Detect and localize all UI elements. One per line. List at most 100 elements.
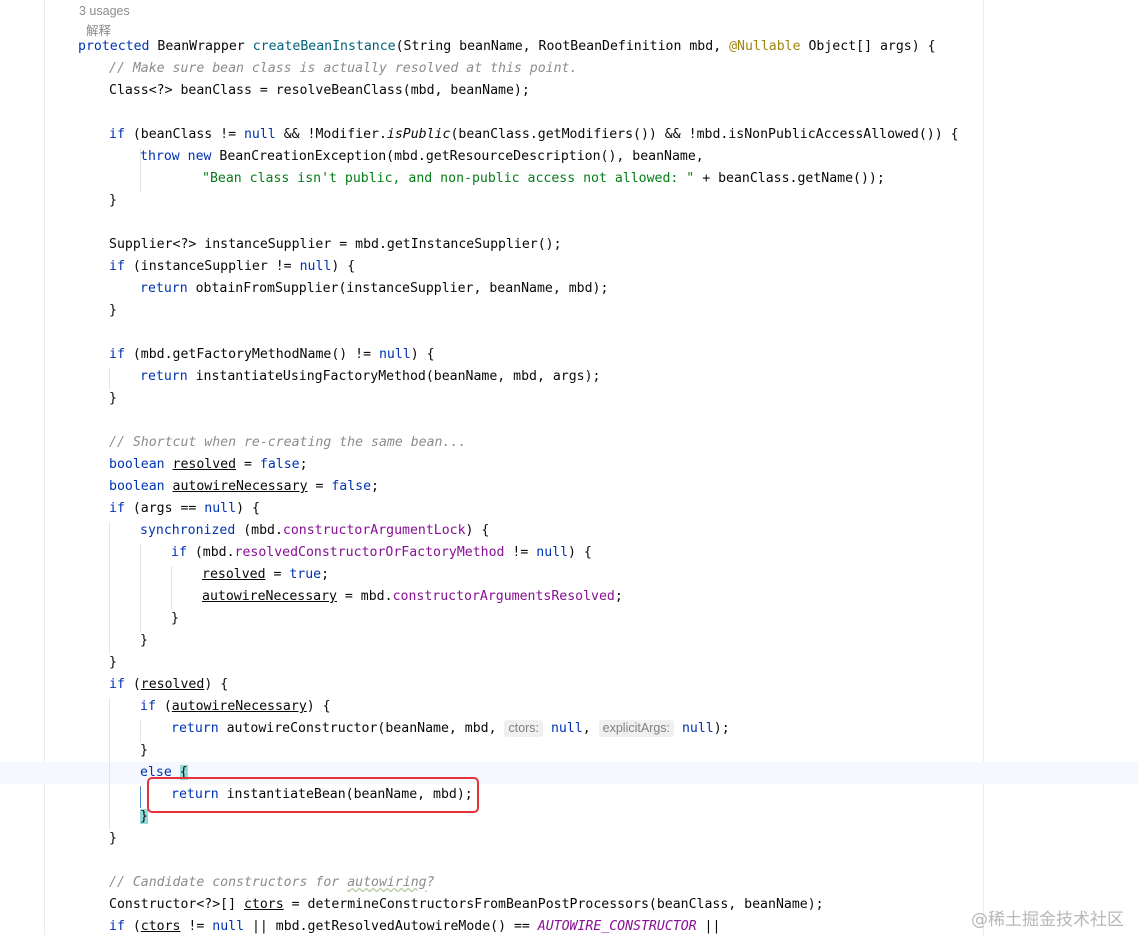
code-text: !=: [180, 919, 213, 934]
code-text: );: [713, 721, 730, 736]
code-line[interactable]: Supplier<?> instanceSupplier = mbd.getIn…: [109, 234, 562, 256]
keyword-true: true: [289, 567, 322, 582]
keyword-if: if: [109, 919, 125, 934]
code-line-throw[interactable]: throw new BeanCreationException(mbd.getR…: [140, 146, 704, 168]
string-literal: "Bean class isn't public, and non-public…: [202, 171, 695, 186]
keyword-throw: throw: [140, 149, 180, 164]
code-brace[interactable]: }: [109, 652, 117, 674]
keyword-null: null: [243, 127, 276, 142]
code-line-if-args[interactable]: if (args == null) {: [109, 498, 260, 520]
code-line-if-resolved[interactable]: if (resolved) {: [109, 674, 228, 696]
indent-guide: [171, 566, 172, 610]
code-line-if-autowire[interactable]: if (autowireNecessary) {: [140, 696, 331, 718]
watermark: @稀土掘金技术社区: [971, 910, 1124, 930]
code-brace[interactable]: }: [109, 190, 117, 212]
param-hint-explicit-args: explicitArgs:: [598, 720, 675, 737]
var-autowire-necessary: autowireNecessary: [202, 589, 337, 604]
method-name: createBeanInstance: [252, 39, 396, 54]
code-brace[interactable]: }: [171, 608, 179, 630]
code-line-boolean-autowire[interactable]: boolean autowireNecessary = false;: [109, 476, 379, 498]
code-line-synchronized[interactable]: synchronized (mbd.constructorArgumentLoc…: [140, 520, 489, 542]
code-text: (: [124, 677, 141, 692]
highlight-box: [147, 777, 479, 813]
code-brace[interactable]: }: [140, 740, 148, 762]
code-line-return-autowire[interactable]: return autowireConstructor(beanName, mbd…: [171, 718, 730, 740]
annotation-nullable: @Nullable: [729, 39, 801, 54]
code-line-if-factory[interactable]: if (mbd.getFactoryMethodName() != null) …: [109, 344, 435, 366]
code-text: (mbd.: [235, 523, 283, 538]
params-b: Object[] args) {: [800, 39, 936, 54]
code-line-assign-autowire[interactable]: autowireNecessary = mbd.constructorArgum…: [202, 586, 623, 608]
code-text: ;: [321, 567, 330, 582]
constant-autowire-constructor: AUTOWIRE_CONSTRUCTOR: [537, 919, 697, 934]
code-text: = mbd.: [336, 589, 393, 604]
keyword-null: null: [299, 259, 332, 274]
code-line-assign-resolved[interactable]: resolved = true;: [202, 564, 329, 586]
field-resolved-ctor: resolvedConstructorOrFactoryMethod: [234, 545, 505, 560]
keyword-boolean: boolean: [109, 479, 165, 494]
code-text: ) {: [410, 347, 435, 362]
code-text: ,: [582, 721, 599, 736]
var-resolved: resolved: [202, 567, 266, 582]
indent-guide: [109, 522, 110, 654]
code-comment[interactable]: // Candidate constructors for autowiring…: [109, 872, 435, 894]
right-margin-guide: [983, 0, 984, 935]
code-text: ) {: [204, 677, 229, 692]
code-line[interactable]: Class<?> beanClass = resolveBeanClass(mb…: [109, 80, 530, 102]
code-line-boolean-resolved[interactable]: boolean resolved = false;: [109, 454, 308, 476]
method-ispublic: isPublic: [386, 127, 451, 142]
code-text: ) {: [568, 545, 592, 560]
keyword-null: null: [212, 919, 245, 934]
code-text: = determineConstructorsFromBeanPostProce…: [283, 897, 824, 912]
code-text: (mbd.getFactoryMethodName() !=: [124, 347, 379, 362]
indent-guide: [109, 698, 110, 830]
keyword-null: null: [550, 721, 583, 736]
code-line-if-public[interactable]: if (beanClass != null && !Modifier.isPub…: [109, 124, 959, 146]
code-text: !=: [504, 545, 537, 560]
code-line-if-resolved-ctor[interactable]: if (mbd.resolvedConstructorOrFactoryMeth…: [171, 542, 592, 564]
code-line-return[interactable]: return obtainFromSupplier(instanceSuppli…: [140, 278, 608, 300]
code-brace[interactable]: }: [109, 388, 117, 410]
field-args-resolved: constructorArgumentsResolved: [392, 589, 615, 604]
keyword-return: return: [140, 281, 188, 296]
code-text: BeanCreationException(mbd.getResourceDes…: [211, 149, 704, 164]
var-autowire-necessary: autowireNecessary: [171, 699, 307, 714]
code-line-string[interactable]: "Bean class isn't public, and non-public…: [202, 168, 885, 190]
code-brace[interactable]: }: [109, 828, 117, 850]
keyword-if: if: [140, 699, 156, 714]
comment-text: ?: [426, 875, 435, 890]
code-text: || mbd.getResolvedAutowireMode() ==: [244, 919, 538, 934]
code-text: (: [155, 699, 172, 714]
field-lock: constructorArgumentLock: [282, 523, 466, 538]
code-line-ctors[interactable]: Constructor<?>[] ctors = determineConstr…: [109, 894, 824, 916]
code-text: instantiateUsingFactoryMethod(beanName, …: [187, 369, 601, 384]
code-text: && !Modifier.: [275, 127, 387, 142]
code-line-if-supplier[interactable]: if (instanceSupplier != null) {: [109, 256, 355, 278]
keyword-null: null: [204, 501, 237, 516]
keyword-if: if: [171, 545, 187, 560]
var-resolved: resolved: [140, 677, 205, 692]
code-text: Constructor<?>[]: [109, 897, 244, 912]
code-text: ) {: [306, 699, 331, 714]
var-resolved: resolved: [172, 457, 237, 472]
usages-hint[interactable]: 3 usages: [79, 4, 130, 18]
return-type: BeanWrapper: [149, 39, 253, 54]
code-text: (mbd.: [186, 545, 235, 560]
code-brace[interactable]: }: [109, 300, 117, 322]
code-comment[interactable]: // Shortcut when re-creating the same be…: [109, 432, 466, 454]
keyword-false: false: [259, 457, 300, 472]
code-text: ;: [299, 457, 308, 472]
matched-brace: }: [140, 809, 148, 824]
code-brace[interactable]: }: [140, 630, 148, 652]
code-text: ||: [696, 919, 721, 934]
code-line-method-signature[interactable]: protected BeanWrapper createBeanInstance…: [78, 36, 936, 58]
code-line-return[interactable]: return instantiateUsingFactoryMethod(bea…: [140, 366, 601, 388]
keyword-if: if: [109, 259, 125, 274]
code-text: (args ==: [124, 501, 205, 516]
code-text: ) {: [465, 523, 490, 538]
indent-guide-active: [140, 786, 141, 808]
code-comment[interactable]: // Make sure bean class is actually reso…: [109, 58, 577, 80]
code-text: =: [265, 567, 290, 582]
code-text: ;: [371, 479, 379, 494]
var-ctors: ctors: [140, 919, 181, 934]
